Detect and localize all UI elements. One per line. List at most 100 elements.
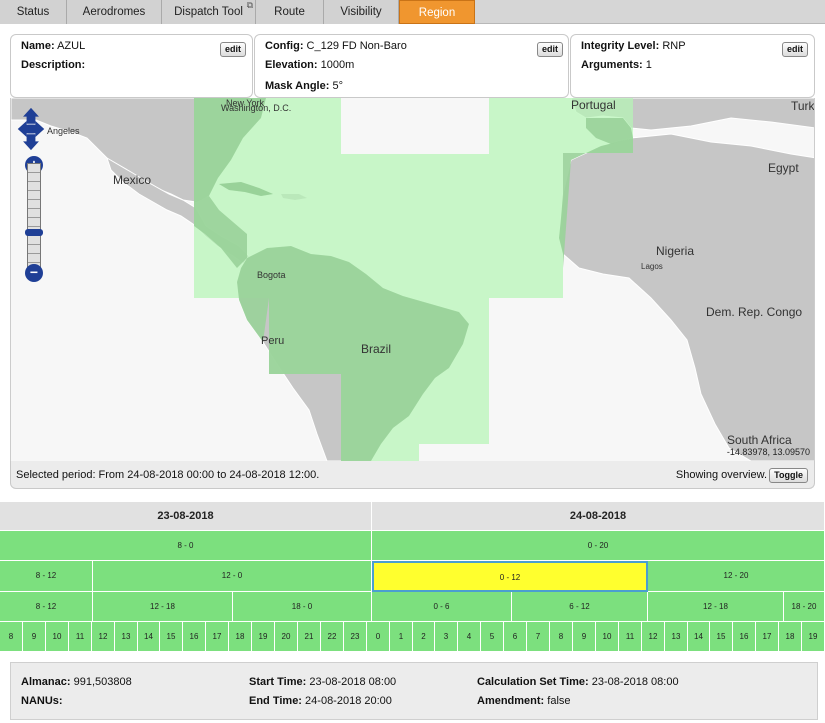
timeline-hour[interactable]: 15 bbox=[710, 622, 733, 652]
timeline-hour[interactable]: 19 bbox=[252, 622, 275, 652]
timeline-hour[interactable]: 11 bbox=[69, 622, 92, 652]
timeline-hour[interactable]: 13 bbox=[115, 622, 138, 652]
timeline-hour[interactable]: 19 bbox=[802, 622, 825, 652]
external-window-icon: ⧉ bbox=[246, 0, 253, 10]
timeline-hour[interactable]: 12 bbox=[92, 622, 115, 652]
elevation-value: 1000m bbox=[320, 59, 355, 71]
timeline-hour[interactable]: 11 bbox=[619, 622, 642, 652]
almanac-value: 991,503808 bbox=[73, 676, 132, 688]
zoom-out-icon[interactable]: − bbox=[25, 264, 43, 282]
timeline-block[interactable]: 6 - 12 bbox=[512, 592, 648, 622]
calc-set-time-value: 23-08-2018 08:00 bbox=[591, 676, 679, 688]
timeline-hour[interactable]: 17 bbox=[756, 622, 779, 652]
elevation-row: Elevation: 1000m bbox=[265, 59, 354, 71]
tab-label: Dispatch Tool bbox=[174, 6, 243, 18]
timeline-hour[interactable]: 16 bbox=[733, 622, 756, 652]
end-time-row: End Time: 24-08-2018 20:00 bbox=[249, 695, 392, 707]
timeline-hour[interactable]: 21 bbox=[298, 622, 321, 652]
label-drc: Dem. Rep. Congo bbox=[706, 305, 803, 319]
timeline-block[interactable]: 12 - 0 bbox=[93, 561, 372, 592]
timeline-hour[interactable]: 15 bbox=[160, 622, 183, 652]
calculation-info-panel: Almanac: 991,503808 NANUs: Start Time: 2… bbox=[10, 662, 818, 720]
pan-down-icon[interactable] bbox=[23, 134, 39, 151]
label-south-africa: South Africa bbox=[727, 433, 792, 447]
timeline-hour[interactable]: 18 bbox=[229, 622, 252, 652]
label-bogota: Bogota bbox=[257, 270, 286, 280]
mouse-coordinates: -14.83978, 13.09570 bbox=[726, 447, 810, 457]
timeline-hour[interactable]: 6 bbox=[504, 622, 527, 652]
timeline-hour[interactable]: 10 bbox=[596, 622, 619, 652]
timeline-hour[interactable]: 12 bbox=[642, 622, 665, 652]
timeline-block[interactable]: 0 - 6 bbox=[372, 592, 512, 622]
timeline-hour[interactable]: 17 bbox=[206, 622, 229, 652]
edit-config-button[interactable]: edit bbox=[536, 42, 563, 57]
calc-set-time-label: Calculation Set Time: bbox=[477, 676, 589, 688]
config-panel: Config: C_129 FD Non-Baro Elevation: 100… bbox=[254, 34, 569, 98]
map-canvas bbox=[11, 98, 814, 461]
timeline-hour[interactable]: 8 bbox=[0, 622, 23, 652]
arguments-label: Arguments: bbox=[581, 59, 643, 71]
tab-dispatch-tool[interactable]: Dispatch Tool ⧉ bbox=[162, 0, 256, 24]
tab-label: Status bbox=[16, 6, 50, 18]
timeline-block[interactable]: 8 - 12 bbox=[0, 561, 93, 592]
edit-name-button[interactable]: edit bbox=[219, 42, 246, 57]
pan-control[interactable] bbox=[16, 103, 46, 155]
label-brazil: Brazil bbox=[361, 342, 392, 356]
timeline-block[interactable]: 12 - 18 bbox=[93, 592, 233, 622]
timeline-hour[interactable]: 0 bbox=[367, 622, 390, 652]
timeline-hour[interactable]: 1 bbox=[390, 622, 413, 652]
start-time-value: 23-08-2018 08:00 bbox=[309, 676, 397, 688]
name-row: Name: AZUL bbox=[21, 40, 85, 52]
timeline-block[interactable]: 0 - 20 bbox=[372, 531, 825, 561]
tab-route[interactable]: Route bbox=[256, 0, 324, 24]
toggle-button[interactable]: Toggle bbox=[769, 468, 808, 483]
timeline-hour[interactable]: 8 bbox=[550, 622, 573, 652]
label-peru: Peru bbox=[261, 335, 285, 347]
timeline-block[interactable]: 12 - 20 bbox=[648, 561, 825, 592]
amendment-value: false bbox=[547, 695, 571, 707]
end-time-label: End Time: bbox=[249, 695, 302, 707]
timeline-hour[interactable]: 13 bbox=[665, 622, 688, 652]
tab-aerodromes[interactable]: Aerodromes bbox=[67, 0, 162, 24]
overview-text: Showing overview. bbox=[675, 469, 767, 481]
timeline-hour[interactable]: 18 bbox=[779, 622, 802, 652]
timeline-hour[interactable]: 14 bbox=[688, 622, 710, 652]
pan-up-icon[interactable] bbox=[23, 107, 39, 124]
label-angeles: Angeles bbox=[47, 126, 80, 136]
config-value: C_129 FD Non-Baro bbox=[306, 40, 407, 52]
timeline-block[interactable]: 8 - 0 bbox=[0, 531, 372, 561]
mask-angle-value: 5° bbox=[332, 80, 343, 92]
timeline-hour[interactable]: 4 bbox=[458, 622, 481, 652]
region-map[interactable]: New York Washington, D.C. Angeles Mexico… bbox=[10, 98, 815, 461]
tab-status[interactable]: Status bbox=[0, 0, 67, 24]
timeline-hour[interactable]: 3 bbox=[435, 622, 458, 652]
selected-period-text: Selected period: From 24-08-2018 00:00 t… bbox=[16, 469, 320, 481]
tab-visibility[interactable]: Visibility bbox=[324, 0, 399, 24]
zoom-slider-track[interactable] bbox=[27, 163, 41, 273]
timeline-hour[interactable]: 9 bbox=[23, 622, 46, 652]
integrity-value: RNP bbox=[662, 40, 686, 52]
timeline-block[interactable]: 18 - 20 bbox=[784, 592, 825, 622]
timeline-hour[interactable]: 23 bbox=[344, 622, 367, 652]
tab-label: Visibility bbox=[340, 6, 382, 18]
start-time-label: Start Time: bbox=[249, 676, 307, 688]
timeline-hour[interactable]: 7 bbox=[527, 622, 550, 652]
label-turkey: Turk bbox=[791, 99, 815, 113]
timeline-hour[interactable]: 16 bbox=[183, 622, 206, 652]
amendment-label: Amendment: bbox=[477, 695, 545, 707]
timeline-hour[interactable]: 2 bbox=[413, 622, 435, 652]
label-mexico: Mexico bbox=[113, 173, 152, 187]
timeline-hour[interactable]: 14 bbox=[138, 622, 160, 652]
tab-region[interactable]: Region bbox=[399, 0, 475, 24]
timeline-hour[interactable]: 20 bbox=[275, 622, 298, 652]
timeline-block[interactable]: 18 - 0 bbox=[233, 592, 372, 622]
zoom-slider-handle[interactable] bbox=[25, 229, 43, 236]
edit-integrity-button[interactable]: edit bbox=[781, 42, 808, 57]
timeline-block[interactable]: 12 - 18 bbox=[648, 592, 784, 622]
timeline-block[interactable]: 8 - 12 bbox=[0, 592, 93, 622]
timeline-hour[interactable]: 5 bbox=[481, 622, 504, 652]
timeline-hour[interactable]: 9 bbox=[573, 622, 596, 652]
timeline-block-selected[interactable]: 0 - 12 bbox=[372, 561, 648, 592]
timeline-hour[interactable]: 10 bbox=[46, 622, 69, 652]
timeline-hour[interactable]: 22 bbox=[321, 622, 344, 652]
